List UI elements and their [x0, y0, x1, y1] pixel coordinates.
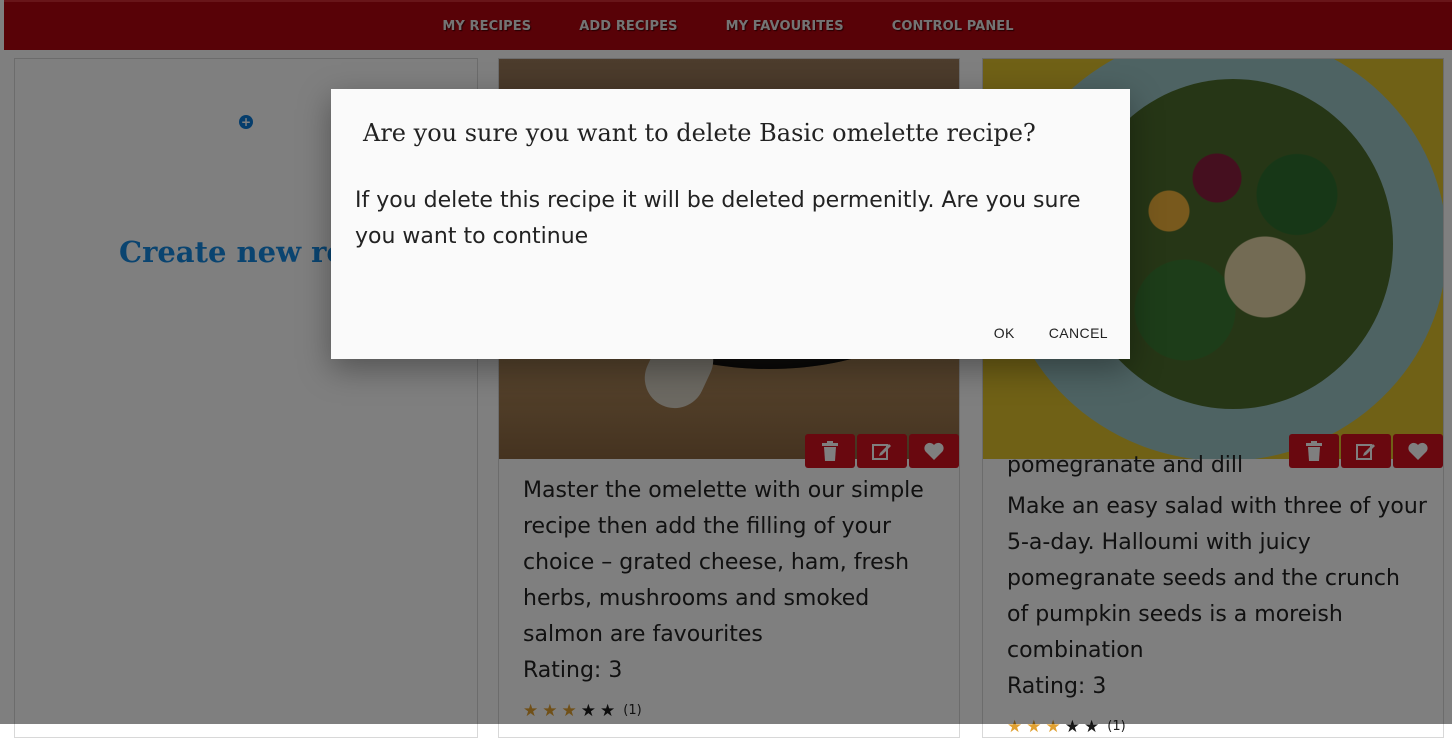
ok-button[interactable]: OK — [994, 325, 1015, 341]
dialog-title: Are you sure you want to delete Basic om… — [363, 119, 1036, 147]
cancel-button[interactable]: CANCEL — [1049, 325, 1108, 341]
delete-confirm-dialog: Are you sure you want to delete Basic om… — [331, 89, 1130, 359]
dialog-message: If you delete this recipe it will be del… — [355, 188, 1081, 249]
dialog-actions: OK CANCEL — [994, 325, 1108, 341]
